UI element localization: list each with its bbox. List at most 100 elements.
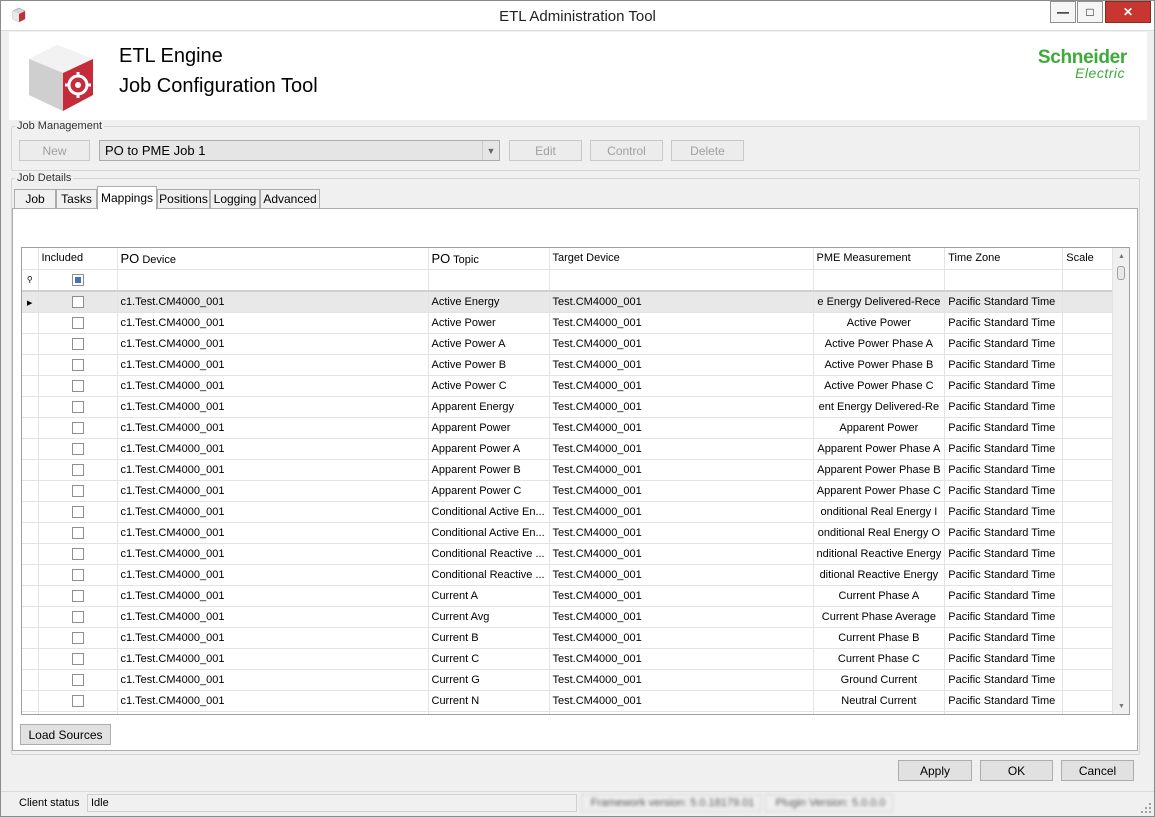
close-button[interactable]: ✕ — [1105, 1, 1151, 23]
scroll-down-icon[interactable]: ▼ — [1113, 700, 1129, 714]
included-cell[interactable] — [38, 291, 118, 313]
column-header-po-topic[interactable]: PO Topic — [428, 248, 550, 270]
row-indicator[interactable] — [22, 375, 39, 397]
time-zone-cell[interactable]: Pacific Standard Time — [944, 438, 1064, 460]
pme-measurement-cell[interactable]: Active Power Phase B — [813, 354, 946, 376]
included-checkbox[interactable] — [71, 694, 84, 707]
pme-measurement-cell[interactable]: Current Phase A — [813, 585, 946, 607]
po-device-cell[interactable]: c1.Test.CM4000_001 — [117, 690, 429, 712]
included-checkbox[interactable] — [71, 610, 84, 623]
po-device-cell[interactable]: c1.Test.CM4000_001 — [117, 522, 429, 544]
target-device-cell[interactable]: Test.CM4000_001 — [549, 648, 814, 670]
included-cell[interactable] — [38, 459, 118, 481]
table-row[interactable]: c1.Test.CM4000_001 Active Power B Test.CM4… — [22, 354, 1125, 376]
filter-cell[interactable] — [944, 269, 1064, 292]
target-device-cell[interactable]: Test.CM4000_001 — [549, 312, 814, 334]
target-device-cell[interactable]: Test.CM4000_001 — [549, 459, 814, 481]
target-device-cell[interactable]: Test.CM4000_001 — [549, 396, 814, 418]
po-device-cell[interactable]: c1.Test.CM4000_001 — [117, 417, 429, 439]
pme-measurement-cell[interactable]: Current Phase C — [813, 648, 946, 670]
grid-cell[interactable] — [813, 711, 946, 714]
included-cell[interactable] — [38, 333, 118, 355]
included-cell[interactable] — [38, 627, 118, 649]
table-row[interactable]: c1.Test.CM4000_001 Apparent Power Test.CM4… — [22, 417, 1125, 439]
target-device-cell[interactable]: Test.CM4000_001 — [549, 375, 814, 397]
included-cell[interactable] — [38, 396, 118, 418]
included-cell[interactable] — [38, 522, 118, 544]
included-cell[interactable] — [38, 648, 118, 670]
pme-measurement-cell[interactable]: e Energy Delivered-Rece — [813, 291, 946, 313]
included-checkbox[interactable] — [71, 400, 84, 413]
scroll-up-icon[interactable]: ▲ — [1113, 250, 1129, 264]
included-checkbox[interactable] — [71, 442, 84, 455]
row-indicator[interactable] — [22, 585, 39, 607]
ok-button[interactable]: OK — [980, 760, 1053, 781]
row-indicator[interactable] — [22, 543, 39, 565]
filter-cell[interactable] — [428, 269, 550, 292]
row-indicator[interactable] — [22, 333, 39, 355]
select-all-checkbox-icon[interactable] — [71, 273, 84, 286]
included-cell[interactable] — [38, 585, 118, 607]
included-checkbox[interactable] — [71, 589, 84, 602]
grid-cell[interactable] — [117, 711, 429, 714]
time-zone-cell[interactable]: Pacific Standard Time — [944, 606, 1064, 628]
table-row[interactable]: c1.Test.CM4000_001 Current N Test.CM4000_0… — [22, 690, 1125, 712]
row-indicator[interactable] — [22, 312, 39, 334]
po-device-cell[interactable]: c1.Test.CM4000_001 — [117, 333, 429, 355]
target-device-cell[interactable]: Test.CM4000_001 — [549, 690, 814, 712]
column-header-time-zone[interactable]: Time Zone — [944, 248, 1064, 270]
included-cell[interactable] — [38, 312, 118, 334]
column-header-included[interactable]: Included — [38, 248, 118, 270]
included-cell[interactable] — [38, 375, 118, 397]
table-row[interactable]: c1.Test.CM4000_001 Active Power A Test.CM4… — [22, 333, 1125, 355]
new-job-button[interactable]: New — [19, 140, 90, 161]
time-zone-cell[interactable]: Pacific Standard Time — [944, 480, 1064, 502]
pme-measurement-cell[interactable]: nditional Reactive Energy — [813, 543, 946, 565]
time-zone-cell[interactable]: Pacific Standard Time — [944, 417, 1064, 439]
included-checkbox[interactable] — [71, 526, 84, 539]
included-checkbox[interactable] — [71, 568, 84, 581]
included-checkbox[interactable] — [71, 463, 84, 476]
included-checkbox[interactable] — [71, 673, 84, 686]
table-row[interactable] — [22, 711, 1125, 714]
included-cell[interactable] — [38, 480, 118, 502]
included-checkbox[interactable] — [71, 484, 84, 497]
po-topic-cell[interactable]: Apparent Power C — [428, 480, 550, 502]
select-all-checkbox[interactable] — [38, 269, 118, 292]
po-topic-cell[interactable]: Current N — [428, 690, 550, 712]
target-device-cell[interactable]: Test.CM4000_001 — [549, 501, 814, 523]
filter-cell[interactable] — [813, 269, 946, 292]
column-header-target-device[interactable]: Target Device — [549, 248, 814, 270]
target-device-cell[interactable]: Test.CM4000_001 — [549, 564, 814, 586]
pme-measurement-cell[interactable]: Active Power Phase A — [813, 333, 946, 355]
included-cell[interactable] — [38, 438, 118, 460]
time-zone-cell[interactable]: Pacific Standard Time — [944, 648, 1064, 670]
filter-icon[interactable]: ⚲ — [22, 269, 39, 292]
po-topic-cell[interactable]: Current Avg — [428, 606, 550, 628]
pme-measurement-cell[interactable]: Apparent Power Phase C — [813, 480, 946, 502]
po-topic-cell[interactable]: Current C — [428, 648, 550, 670]
time-zone-cell[interactable]: Pacific Standard Time — [944, 564, 1064, 586]
table-row[interactable]: c1.Test.CM4000_001 Current G Test.CM4000_0… — [22, 669, 1125, 691]
included-checkbox[interactable] — [71, 337, 84, 350]
po-device-cell[interactable]: c1.Test.CM4000_001 — [117, 648, 429, 670]
po-device-cell[interactable]: c1.Test.CM4000_001 — [117, 291, 429, 313]
table-row[interactable]: c1.Test.CM4000_001 Current B Test.CM4000_0… — [22, 627, 1125, 649]
time-zone-cell[interactable]: Pacific Standard Time — [944, 543, 1064, 565]
table-row[interactable]: c1.Test.CM4000_001 Current Avg Test.CM4000… — [22, 606, 1125, 628]
po-topic-cell[interactable]: Apparent Power — [428, 417, 550, 439]
pme-measurement-cell[interactable]: ditional Reactive Energy — [813, 564, 946, 586]
pme-measurement-cell[interactable]: Apparent Power Phase A — [813, 438, 946, 460]
row-indicator[interactable] — [22, 627, 39, 649]
time-zone-cell[interactable]: Pacific Standard Time — [944, 333, 1064, 355]
table-row[interactable]: c1.Test.CM4000_001 Apparent Power B Test.C… — [22, 459, 1125, 481]
time-zone-cell[interactable]: Pacific Standard Time — [944, 501, 1064, 523]
included-cell[interactable] — [38, 711, 118, 714]
scrollbar-thumb[interactable] — [1117, 266, 1125, 280]
tab-tasks[interactable]: Tasks — [56, 189, 97, 209]
po-device-cell[interactable]: c1.Test.CM4000_001 — [117, 354, 429, 376]
chevron-down-icon[interactable]: ▼ — [482, 141, 499, 160]
table-row[interactable]: c1.Test.CM4000_001 Current C Test.CM4000_0… — [22, 648, 1125, 670]
po-device-cell[interactable]: c1.Test.CM4000_001 — [117, 564, 429, 586]
target-device-cell[interactable]: Test.CM4000_001 — [549, 606, 814, 628]
